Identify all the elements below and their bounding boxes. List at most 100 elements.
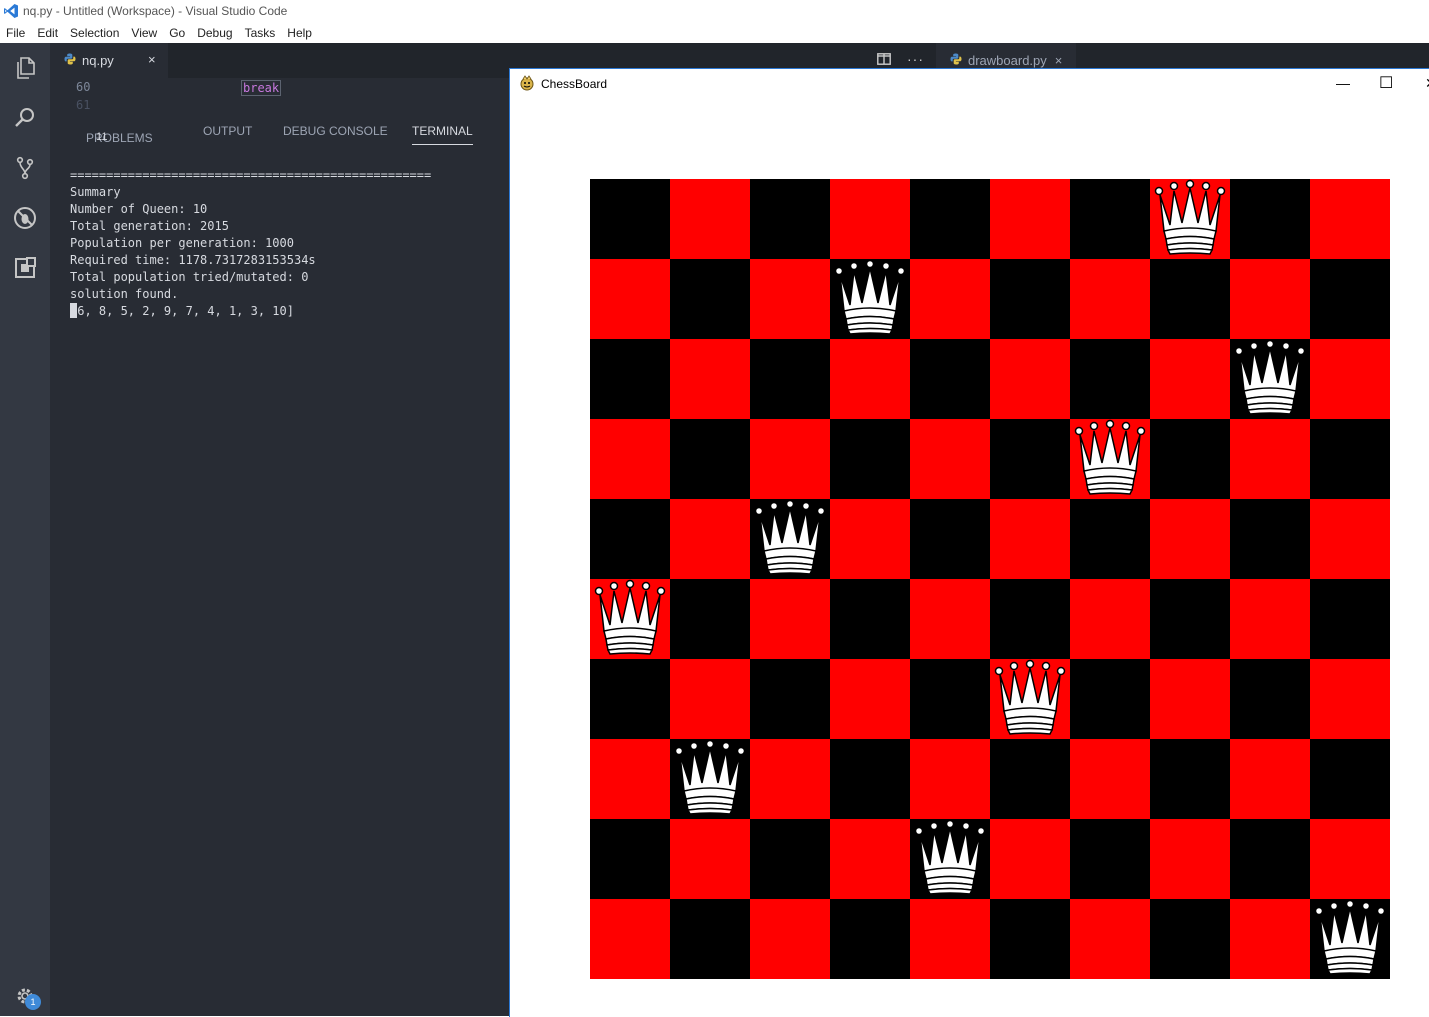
board-square (590, 659, 670, 739)
maximize-button[interactable]: ☐ (1379, 73, 1393, 93)
board-square (750, 339, 830, 419)
more-actions-icon[interactable]: ··· (907, 51, 924, 67)
menu-file[interactable]: File (0, 26, 31, 40)
board-square (670, 819, 750, 899)
board-square (990, 659, 1070, 739)
board-square (750, 259, 830, 339)
menu-bar: File Edit Selection View Go Debug Tasks … (0, 22, 1429, 43)
code-keyword[interactable]: break (241, 80, 282, 96)
board-square (1070, 739, 1150, 819)
menu-go[interactable]: Go (163, 26, 191, 40)
chess-board (590, 179, 1390, 979)
board-square (750, 659, 830, 739)
board-square (1230, 659, 1310, 739)
board-square (830, 659, 910, 739)
search-icon[interactable] (12, 105, 38, 131)
board-square (830, 339, 910, 419)
board-square (830, 899, 910, 979)
extensions-icon[interactable] (12, 255, 38, 281)
tab-problems[interactable]: PROBLEMS 11 (86, 124, 153, 145)
board-square (590, 339, 670, 419)
board-square (1310, 819, 1390, 899)
terminal-line: Population per generation: 1000 (70, 236, 294, 250)
board-square (670, 419, 750, 499)
tab-debug-console[interactable]: DEBUG CONSOLE (283, 124, 388, 138)
chessboard-window: ChessBoard — ☐ ✕ (509, 68, 1429, 1017)
board-square (670, 579, 750, 659)
board-square (910, 899, 990, 979)
board-square (1150, 499, 1230, 579)
board-square (990, 819, 1070, 899)
board-square (910, 499, 990, 579)
terminal-line: solution found. (70, 287, 179, 301)
board-square (990, 899, 1070, 979)
explorer-icon[interactable] (12, 55, 38, 81)
board-square (670, 339, 750, 419)
board-square (1310, 499, 1390, 579)
board-square (590, 259, 670, 339)
board-square (590, 419, 670, 499)
tab-terminal[interactable]: TERMINAL (412, 124, 473, 145)
tab-close-icon[interactable]: × (148, 52, 156, 67)
chessboard-title: ChessBoard (541, 77, 608, 91)
menu-debug[interactable]: Debug (191, 26, 238, 40)
board-square (750, 899, 830, 979)
menu-view[interactable]: View (125, 26, 163, 40)
board-square (910, 579, 990, 659)
board-square (590, 579, 670, 659)
code-line: 60 break (50, 80, 510, 97)
python-file-icon (950, 53, 962, 68)
board-square (910, 739, 990, 819)
board-square (750, 419, 830, 499)
board-square (1070, 499, 1150, 579)
tab-close-icon[interactable]: × (1055, 53, 1063, 68)
board-square (1310, 179, 1390, 259)
board-square (590, 899, 670, 979)
menu-tasks[interactable]: Tasks (239, 26, 282, 40)
terminal-line: [6, 8, 5, 2, 9, 7, 4, 1, 3, 10] (70, 304, 294, 318)
board-square (1310, 419, 1390, 499)
menu-edit[interactable]: Edit (31, 26, 64, 40)
board-square (1070, 899, 1150, 979)
split-editor-icon[interactable] (877, 53, 891, 65)
board-square (1150, 819, 1230, 899)
vscode-logo-icon (4, 4, 18, 18)
terminal-line: Number of Queen: 10 (70, 202, 208, 216)
board-square (750, 179, 830, 259)
close-button[interactable]: ✕ (1425, 75, 1429, 92)
queen-icon (750, 499, 830, 579)
board-square (990, 259, 1070, 339)
board-square (830, 819, 910, 899)
board-square (750, 819, 830, 899)
chessboard-titlebar: ChessBoard (510, 69, 1429, 99)
board-square (990, 579, 1070, 659)
board-square (1070, 819, 1150, 899)
minimize-button[interactable]: — (1336, 75, 1350, 91)
terminal-line: Total generation: 2015 (70, 219, 229, 233)
board-square (910, 659, 990, 739)
tab-output[interactable]: OUTPUT (203, 124, 252, 138)
menu-selection[interactable]: Selection (64, 26, 125, 40)
menu-help[interactable]: Help (281, 26, 318, 40)
board-square (830, 259, 910, 339)
board-square (1310, 899, 1390, 979)
board-square (1150, 899, 1230, 979)
pygame-icon (519, 74, 535, 94)
board-square (590, 179, 670, 259)
board-square (1230, 739, 1310, 819)
code-line: 61 (50, 98, 510, 112)
debug-icon[interactable] (12, 205, 38, 231)
board-square (1230, 499, 1310, 579)
board-square (670, 739, 750, 819)
board-square (590, 819, 670, 899)
board-square (1150, 339, 1230, 419)
tab-nq-py[interactable]: nq.py × (50, 43, 168, 78)
board-square (910, 419, 990, 499)
board-square (1230, 179, 1310, 259)
board-square (990, 179, 1070, 259)
board-square (1150, 419, 1230, 499)
terminal-output[interactable]: ========================================… (70, 150, 431, 337)
board-square (1230, 819, 1310, 899)
source-control-icon[interactable] (12, 155, 38, 181)
board-square (590, 499, 670, 579)
